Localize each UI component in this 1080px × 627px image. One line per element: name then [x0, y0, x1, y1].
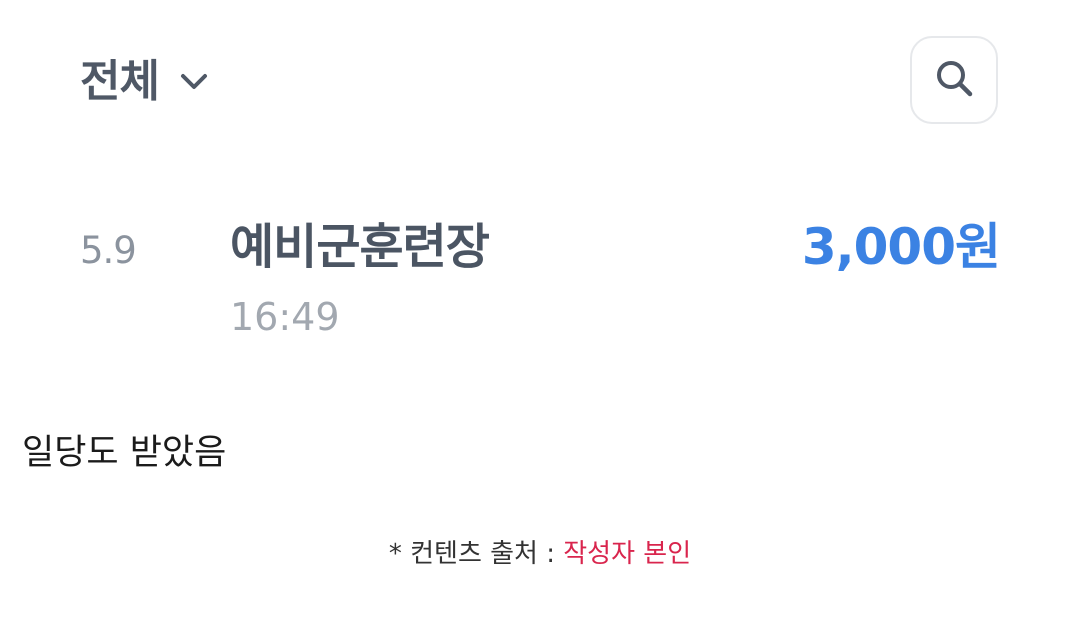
chevron-down-icon	[177, 65, 211, 99]
caption-text: 일당도 받았음	[22, 433, 227, 473]
transaction-amount: 3,000원	[801, 218, 1001, 276]
filter-dropdown[interactable]: 전체	[80, 52, 211, 112]
source-credit: * 컨텐츠 출처 : 작성자 본인	[0, 534, 1080, 574]
transaction-row[interactable]: 5.9 예비군훈련장 16:49 3,000원	[80, 210, 1001, 350]
source-author: 작성자 본인	[563, 539, 692, 569]
search-icon	[932, 56, 976, 104]
filter-label: 전체	[80, 56, 160, 107]
transaction-date: 5.9	[80, 229, 137, 272]
transaction-time: 16:49	[230, 295, 340, 339]
search-button[interactable]	[910, 36, 998, 124]
source-prefix: * 컨텐츠 출처 :	[388, 539, 564, 569]
transaction-title: 예비군훈련장	[230, 219, 490, 275]
